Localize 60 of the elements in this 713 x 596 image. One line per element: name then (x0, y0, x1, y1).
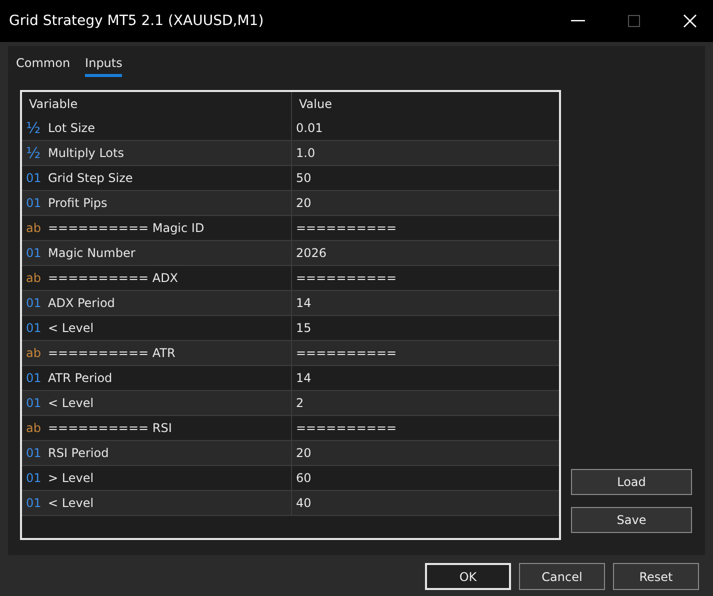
integer-icon: 01 (26, 372, 48, 384)
fraction-icon: ½ (26, 120, 48, 136)
tab[interactable]: Common (16, 55, 70, 77)
variable-value[interactable]: 14 (296, 369, 312, 387)
fraction-icon: ½ (26, 146, 48, 160)
integer-icon: 01 (26, 397, 48, 409)
variable-value[interactable]: 0.01 (296, 119, 323, 137)
variable-name: ADX Period (48, 295, 115, 312)
variable-value[interactable]: 15 (296, 319, 312, 337)
integer-icon: 01 (26, 322, 48, 334)
minimize-icon[interactable] (571, 20, 585, 22)
variable-name: > Level (48, 470, 94, 487)
integer-icon: 01 (26, 497, 48, 509)
variable-value[interactable]: ========== (296, 269, 397, 287)
variable-value[interactable]: 60 (296, 469, 312, 487)
variable-value[interactable]: 20 (296, 194, 312, 212)
variable-name: Lot Size (48, 120, 95, 137)
variable-name: ATR Period (48, 370, 112, 387)
text-icon: ab (26, 422, 48, 434)
save-button[interactable]: Save (571, 507, 692, 533)
cancel-button[interactable]: Cancel (519, 563, 605, 590)
integer-icon: 01 (26, 447, 48, 459)
variable-name: ========== ADX (48, 270, 178, 287)
variable-name: Multiply Lots (48, 145, 124, 162)
window-title: Grid Strategy MT5 2.1 (XAUUSD,M1) (9, 12, 265, 30)
integer-icon: 01 (26, 247, 48, 259)
column-header: Variable (29, 96, 78, 113)
close-icon[interactable] (683, 14, 697, 28)
column-header: Value (299, 96, 332, 113)
integer-icon: 01 (26, 197, 48, 209)
variable-name: Magic Number (48, 245, 136, 262)
variable-value[interactable]: 2026 (296, 244, 327, 262)
text-icon: ab (26, 222, 48, 234)
load-button[interactable]: Load (571, 469, 692, 495)
integer-icon: 01 (26, 472, 48, 484)
variable-value[interactable]: ========== (296, 419, 397, 437)
variable-name: < Level (48, 495, 94, 512)
variable-value[interactable]: 20 (296, 444, 312, 462)
variable-value[interactable]: 40 (296, 494, 312, 512)
text-icon: ab (26, 347, 48, 359)
variable-value[interactable]: 1.0 (296, 144, 316, 162)
integer-icon: 01 (26, 172, 48, 184)
variable-name: ========== ATR (48, 345, 176, 362)
variable-value[interactable]: 14 (296, 294, 312, 312)
variable-name: Profit Pips (48, 195, 108, 212)
variable-value[interactable]: ========== (296, 219, 397, 237)
variable-name: RSI Period (48, 445, 109, 462)
ok-button[interactable]: OK (425, 563, 511, 590)
variable-value[interactable]: ========== (296, 344, 397, 362)
variable-value[interactable]: 50 (296, 169, 312, 187)
tab[interactable]: Inputs (85, 55, 122, 77)
variable-name: ========== Magic ID (48, 220, 204, 237)
reset-button[interactable]: Reset (613, 563, 699, 590)
variable-name: < Level (48, 320, 94, 337)
integer-icon: 01 (26, 297, 48, 309)
variable-name: < Level (48, 395, 94, 412)
variable-name: Grid Step Size (48, 170, 133, 187)
variable-name: ========== RSI (48, 420, 172, 437)
text-icon: ab (26, 272, 48, 284)
variable-value[interactable]: 2 (296, 394, 304, 412)
